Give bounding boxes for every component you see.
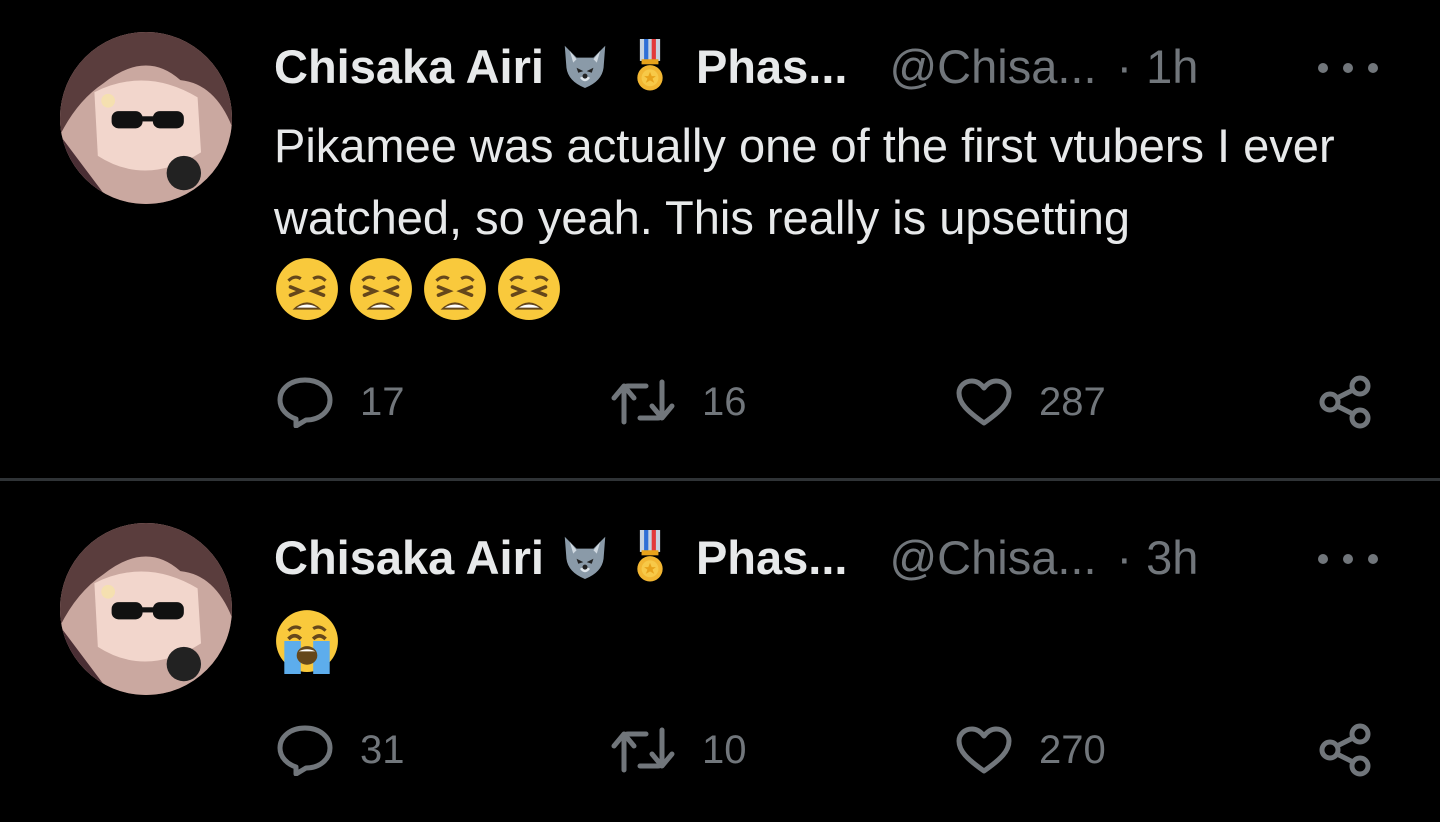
reply-icon bbox=[277, 725, 333, 776]
display-name[interactable]: Chisaka Airi bbox=[274, 530, 544, 585]
retweet-count: 16 bbox=[702, 379, 747, 424]
affiliation[interactable]: Phas... bbox=[696, 39, 848, 94]
tweet-text: Pikamee was actually one of the first vt… bbox=[274, 119, 1335, 244]
timestamp[interactable]: 3h bbox=[1146, 530, 1198, 585]
timestamp[interactable]: 1h bbox=[1146, 39, 1198, 94]
reply-count: 17 bbox=[360, 379, 405, 424]
action-bar: 31 10 270 bbox=[0, 720, 1440, 780]
affiliation[interactable]: Phas... bbox=[696, 530, 848, 585]
more-options-icon[interactable] bbox=[1318, 549, 1378, 569]
more-options-icon[interactable] bbox=[1318, 58, 1378, 78]
user-handle[interactable]: @Chisa... bbox=[889, 39, 1096, 94]
display-name[interactable]: Chisaka Airi bbox=[274, 39, 544, 94]
user-handle[interactable]: @Chisa... bbox=[889, 530, 1096, 585]
weary-face-icon bbox=[424, 258, 486, 320]
weary-face-icon bbox=[498, 258, 560, 320]
tweet-header: Chisaka Airi Phas... @Chisa... · 3h bbox=[274, 527, 1198, 587]
tweet[interactable]: Chisaka Airi Phas... @Chisa... · 3h 31 1… bbox=[0, 481, 1440, 822]
military-medal-icon bbox=[637, 39, 663, 91]
tweet-header: Chisaka Airi Phas... @Chisa... · 1h bbox=[274, 36, 1198, 96]
separator-dot: · bbox=[1116, 530, 1133, 584]
retweet-icon bbox=[611, 379, 675, 425]
like-button[interactable]: 287 bbox=[955, 372, 1106, 432]
retweet-button[interactable]: 16 bbox=[610, 372, 747, 432]
military-medal-icon bbox=[637, 530, 663, 582]
share-icon bbox=[1319, 723, 1371, 777]
reply-button[interactable]: 31 bbox=[276, 720, 405, 780]
heart-icon bbox=[956, 726, 1012, 774]
weary-face-icon bbox=[276, 258, 338, 320]
wolf-icon bbox=[564, 536, 606, 579]
retweet-count: 10 bbox=[702, 727, 747, 772]
reply-icon bbox=[277, 377, 333, 428]
share-icon bbox=[1319, 375, 1371, 429]
wolf-icon bbox=[564, 45, 606, 88]
action-bar: 17 16 287 bbox=[0, 372, 1440, 432]
avatar-image bbox=[60, 32, 232, 204]
avatar[interactable] bbox=[60, 523, 232, 695]
retweet-button[interactable]: 10 bbox=[610, 720, 747, 780]
like-count: 287 bbox=[1039, 379, 1106, 424]
emoji-row bbox=[274, 256, 562, 322]
like-count: 270 bbox=[1039, 727, 1106, 772]
tweet[interactable]: Chisaka Airi Phas... @Chisa... · 1h Pika… bbox=[0, 0, 1440, 478]
reply-count: 31 bbox=[360, 727, 405, 772]
loudly-crying-face-icon bbox=[276, 610, 338, 674]
tweet-feed: Chisaka Airi Phas... @Chisa... · 1h Pika… bbox=[0, 0, 1440, 822]
weary-face-icon bbox=[350, 258, 412, 320]
share-button[interactable] bbox=[1318, 372, 1374, 432]
avatar[interactable] bbox=[60, 32, 232, 204]
emoji-row bbox=[274, 608, 340, 674]
retweet-icon bbox=[611, 727, 675, 773]
separator-dot: · bbox=[1116, 39, 1133, 93]
avatar-image bbox=[60, 523, 232, 695]
share-button[interactable] bbox=[1318, 720, 1374, 780]
reply-button[interactable]: 17 bbox=[276, 372, 405, 432]
like-button[interactable]: 270 bbox=[955, 720, 1106, 780]
heart-icon bbox=[956, 378, 1012, 426]
